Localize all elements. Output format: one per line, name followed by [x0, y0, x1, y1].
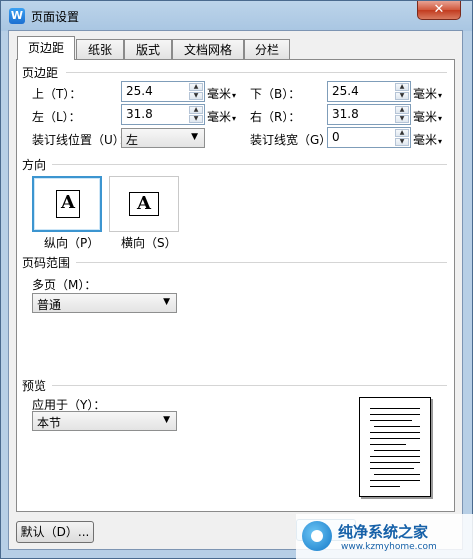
spin-up-icon[interactable]: ▲ [395, 129, 409, 137]
top-margin-label: 上（T）： [32, 87, 82, 101]
tab-document-grid[interactable]: 文档网格 [172, 39, 244, 59]
tab-columns[interactable]: 分栏 [244, 39, 290, 59]
bottom-margin-unit[interactable]: 毫米▾ [413, 85, 442, 102]
dropdown-arrow-icon: ▼ [163, 415, 170, 425]
spin-down-icon[interactable]: ▼ [189, 92, 203, 100]
left-margin-label: 左（L）： [32, 110, 81, 124]
dropdown-arrow-icon: ▼ [163, 297, 170, 307]
section-divider [52, 164, 447, 165]
section-title-page-range: 页码范围 [22, 256, 71, 270]
right-margin-input[interactable]: 31.8 ▲ ▼ [327, 104, 411, 125]
right-margin-unit[interactable]: 毫米▾ [413, 108, 442, 125]
default-button[interactable]: 默认（D）... [16, 521, 94, 543]
section-divider [76, 262, 447, 263]
close-button[interactable]: ✕ [417, 1, 461, 20]
landscape-option[interactable]: A [109, 176, 179, 232]
spin-down-icon[interactable]: ▼ [395, 138, 409, 146]
watermark: 纯净系统之家 www.kzmyhome.com [296, 514, 473, 559]
unit-caret-icon: ▾ [232, 114, 237, 123]
unit-caret-icon: ▾ [438, 91, 443, 100]
spin-down-icon[interactable]: ▼ [395, 115, 409, 123]
gutter-position-select[interactable]: 左 ▼ [121, 128, 205, 148]
portrait-option[interactable]: A [32, 176, 102, 232]
tab-margins[interactable]: 页边距 [17, 36, 75, 60]
multiple-pages-label: 多页（M）： [32, 278, 97, 292]
left-margin-input[interactable]: 31.8 ▲ ▼ [121, 104, 205, 125]
landscape-label: 横向（S） [121, 236, 177, 250]
section-title-orientation: 方向 [22, 158, 47, 172]
dropdown-arrow-icon: ▼ [191, 132, 198, 142]
section-divider [66, 72, 447, 73]
bottom-margin-label: 下（B）： [250, 87, 301, 101]
tab-paper[interactable]: 纸张 [76, 39, 124, 59]
gutter-width-input[interactable]: 0 ▲ ▼ [327, 127, 411, 148]
watermark-title: 纯净系统之家 [338, 523, 429, 541]
gutter-width-unit[interactable]: 毫米▾ [413, 131, 442, 148]
section-title-preview: 预览 [22, 379, 47, 393]
tab-layout[interactable]: 版式 [124, 39, 172, 59]
spin-up-icon[interactable]: ▲ [189, 106, 203, 114]
spin-up-icon[interactable]: ▲ [395, 106, 409, 114]
multiple-pages-select[interactable]: 普通 ▼ [32, 293, 177, 313]
watermark-url: www.kzmyhome.com [341, 542, 437, 552]
section-divider [52, 385, 447, 386]
title-bar: W 页面设置 ✕ [1, 1, 472, 31]
top-margin-unit[interactable]: 毫米▾ [207, 85, 236, 102]
top-margin-input[interactable]: 25.4 ▲ ▼ [121, 81, 205, 102]
apply-to-select[interactable]: 本节 ▼ [32, 411, 177, 431]
spin-down-icon[interactable]: ▼ [189, 115, 203, 123]
page-preview [359, 397, 431, 497]
landscape-page-icon: A [129, 192, 159, 216]
unit-caret-icon: ▾ [438, 114, 443, 123]
unit-caret-icon: ▾ [232, 91, 237, 100]
watermark-logo-icon [302, 521, 332, 551]
portrait-label: 纵向（P） [44, 236, 100, 250]
section-title-margins: 页边距 [22, 66, 59, 80]
gutter-width-label: 装订线宽（G）： [250, 133, 338, 147]
gutter-position-label: 装订线位置（U）： [32, 133, 131, 147]
bottom-margin-input[interactable]: 25.4 ▲ ▼ [327, 81, 411, 102]
spin-up-icon[interactable]: ▲ [189, 83, 203, 91]
spin-down-icon[interactable]: ▼ [395, 92, 409, 100]
left-margin-unit[interactable]: 毫米▾ [207, 108, 236, 125]
spin-up-icon[interactable]: ▲ [395, 83, 409, 91]
dialog-title: 页面设置 [31, 10, 80, 24]
portrait-page-icon: A [56, 190, 80, 218]
right-margin-label: 右（R）： [250, 110, 301, 124]
wps-app-icon: W [9, 8, 25, 24]
unit-caret-icon: ▾ [438, 137, 443, 146]
